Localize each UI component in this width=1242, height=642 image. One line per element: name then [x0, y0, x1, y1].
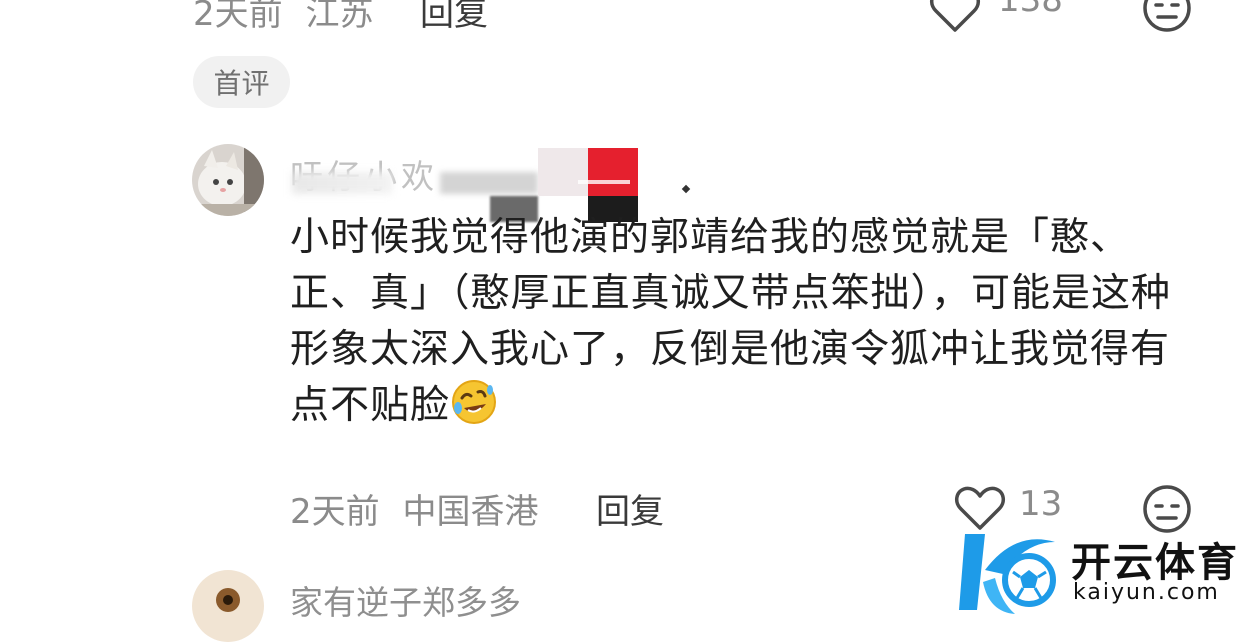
next-comment-avatar[interactable]: [192, 570, 264, 642]
comment-meta: 2天前 中国香港: [290, 484, 538, 533]
kaiyun-logo-icon: [959, 534, 1056, 614]
top-comment-like-count: 138: [998, 0, 1063, 20]
username-blur-overlay: [292, 172, 392, 194]
top-comment-location: 江苏: [305, 0, 374, 34]
redacted-dot: [681, 184, 691, 194]
rolling-laughing-emoji-icon: [452, 380, 497, 424]
redacted-red-block: [588, 148, 638, 196]
top-comment-time: 2天前: [193, 0, 283, 34]
next-comment-username[interactable]: 家有逆子郑多多: [290, 576, 521, 624]
comment-text: 小时候我觉得他演的郭靖给我的感觉就是「憨、正、真」（憨厚正直真诚又带点笨拙），可…: [290, 210, 1200, 434]
next-avatar-image: [192, 570, 264, 642]
cat-avatar-image: [192, 144, 264, 216]
top-comment-like-button[interactable]: 138: [928, 0, 1068, 36]
redacted-badge: [440, 172, 538, 194]
comment-location: 中国香港: [402, 492, 539, 532]
heart-icon: [930, 0, 980, 32]
redacted-red-stripe: [578, 180, 630, 184]
kaiyun-watermark: 开云体育 kaiyun.com: [955, 522, 1242, 626]
top-comment-dislike-button[interactable]: [1140, 0, 1194, 40]
first-comment-badge: 首评: [193, 56, 290, 108]
top-comment-meta: 2天前 江苏: [193, 0, 373, 35]
watermark-url: kaiyun.com: [1073, 580, 1220, 605]
comment-time: 2天前: [290, 492, 380, 532]
comment-body: 小时候我觉得他演的郭靖给我的感觉就是「憨、正、真」（憨厚正直真诚又带点笨拙），可…: [290, 215, 1172, 428]
comment-reply-button[interactable]: 回复: [596, 484, 664, 533]
redacted-badge-light: [538, 148, 588, 196]
avatar[interactable]: [192, 144, 264, 216]
comment-like-count: 13: [1019, 484, 1063, 524]
neutral-face-icon: [1143, 0, 1191, 32]
top-comment-reply-button[interactable]: 回复: [420, 0, 488, 35]
